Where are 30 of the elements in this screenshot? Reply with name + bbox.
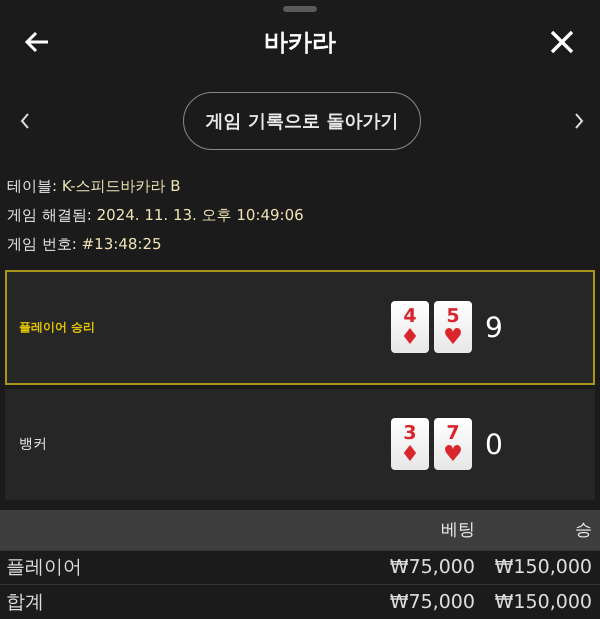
card-suit: ♦ [400,444,420,466]
info-line: 게임 번호: #13:48:25 [7,234,163,255]
playing-card: 4 ♦ [391,301,429,354]
page-title: 바카라 [264,26,336,58]
table-cell-text: ₩75,000 [388,591,475,614]
drag-handle[interactable] [283,6,317,12]
column-header: 승 [574,519,592,542]
hand-name: 뱅커 [18,435,48,454]
hand-score: 9 [485,310,503,344]
column-header: 베팅 [440,519,475,542]
card-suit: ♦ [400,326,420,349]
back-to-history-button[interactable]: 게임 기록으로 돌아가기 [182,92,422,150]
close-icon[interactable] [550,30,574,54]
back-arrow-icon[interactable] [24,30,50,53]
previous-icon[interactable] [20,113,30,130]
table-cell-text: ₩150,000 [494,591,592,614]
hand-name: 플레이어 승리 [18,318,96,336]
card-suit: ♥ [443,444,463,466]
table-cell-text: ₩150,000 [494,556,592,578]
next-icon[interactable] [574,113,584,130]
playing-card: 7 ♥ [434,418,472,470]
info-line: 게임 해결됨: 2024. 11. 13. 오후 10:49:06 [7,204,305,226]
table-cell-text: 플레이어 [5,555,83,580]
playing-card: 5 ♥ [434,301,472,354]
info-line: 테이블: K-스피드바카라 B [7,176,182,197]
card-suit: ♥ [443,326,463,349]
table-cell-text: 합계 [5,590,45,616]
playing-card: 3 ♦ [391,418,429,470]
hand-score: 0 [485,428,503,461]
table-cell-text: ₩75,000 [388,556,475,578]
